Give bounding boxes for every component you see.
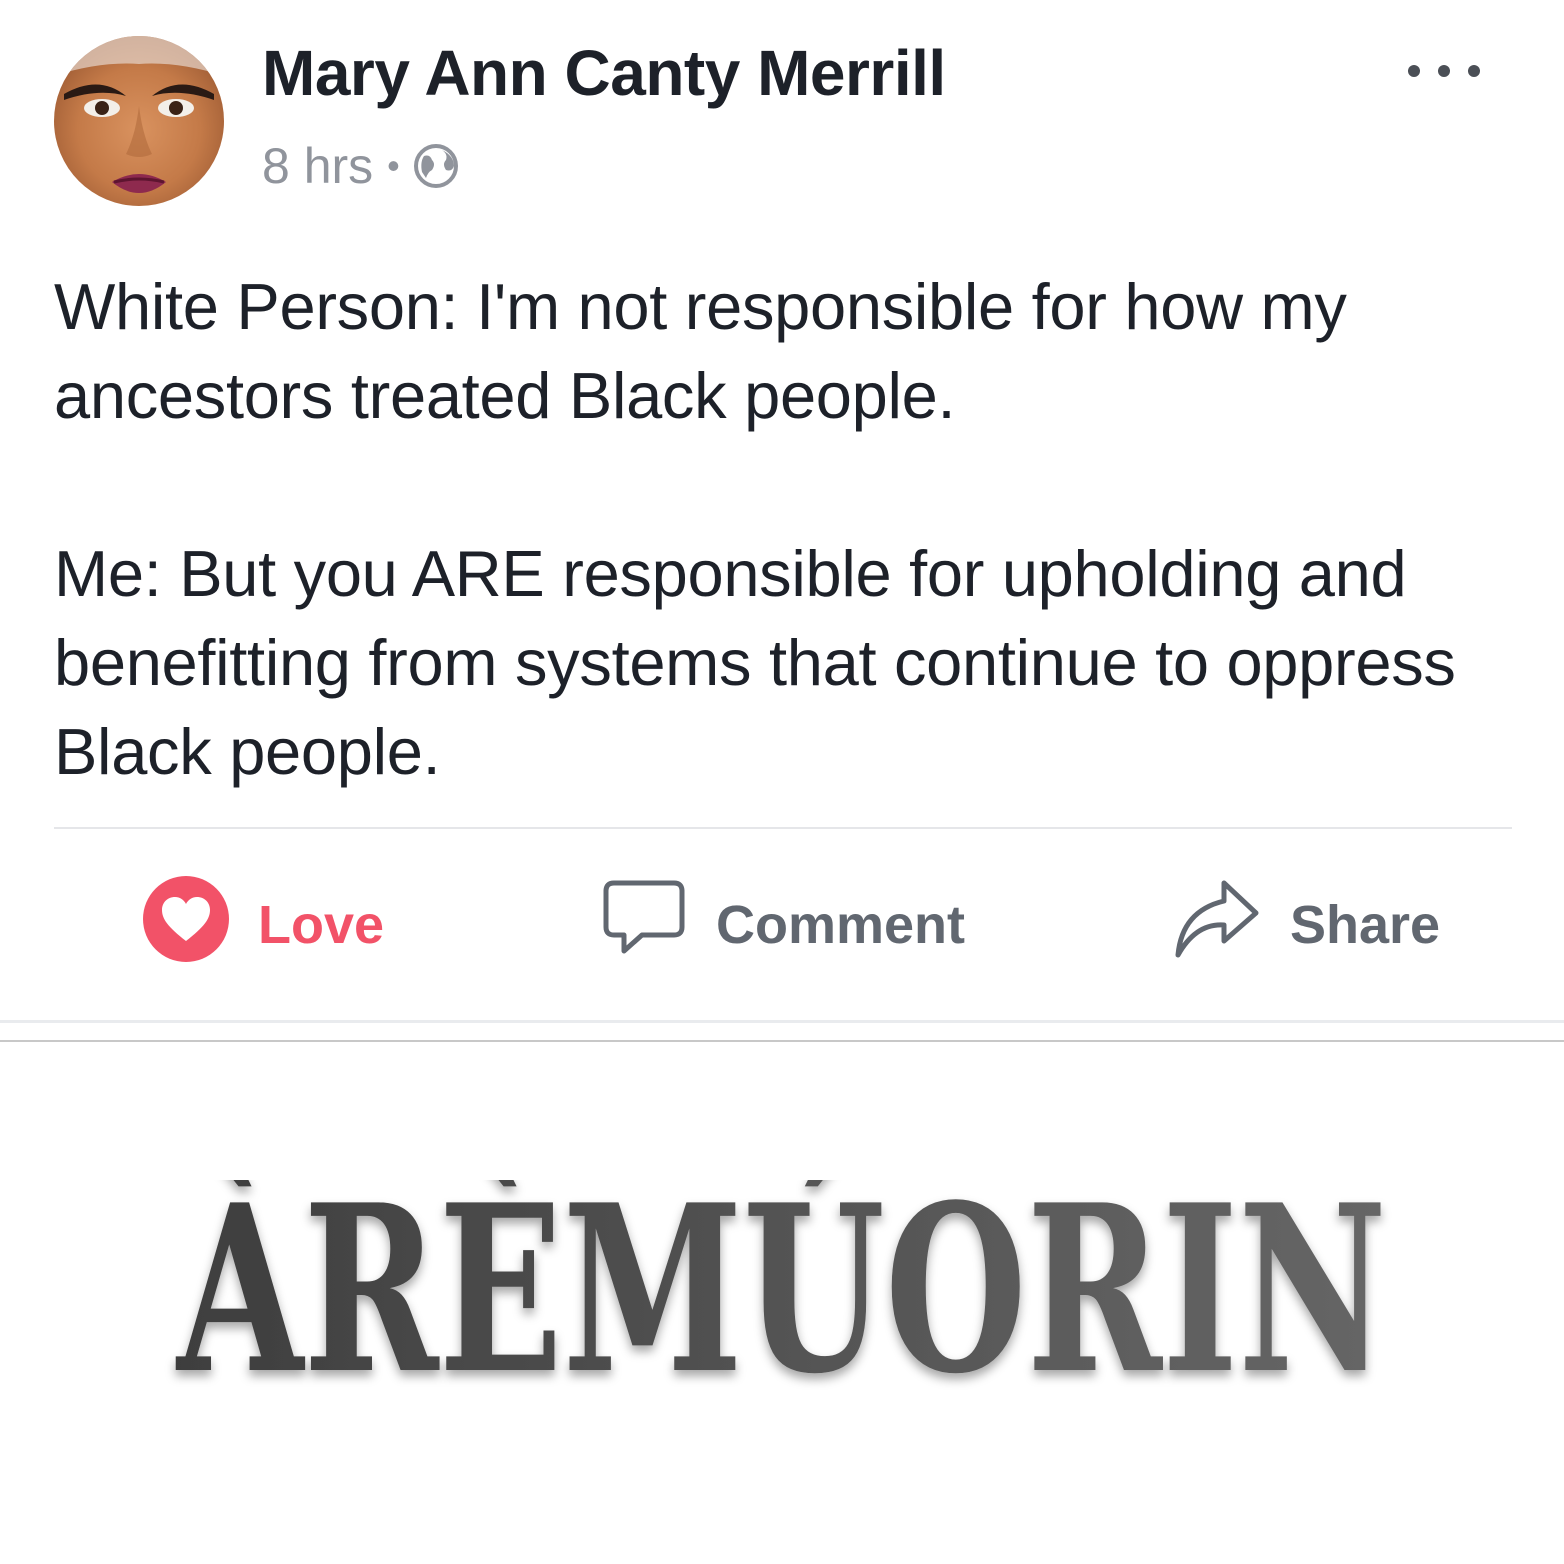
avatar[interactable] [54,36,224,206]
facebook-post: Mary Ann Canty Merrill 8 hrs • White Per… [0,0,1564,1022]
heart-icon [142,875,230,976]
watermark-logo: ÀRÈMÚORIN [0,1155,1564,1425]
post-timestamp[interactable]: 8 hrs [262,137,373,195]
divider [0,1040,1564,1042]
divider [54,827,1512,829]
share-arrow-icon [1172,875,1262,976]
more-options-icon[interactable] [1408,56,1480,86]
comment-button[interactable]: Comment [600,880,965,970]
divider [0,1020,1564,1023]
share-button[interactable]: Share [1172,880,1440,970]
love-label: Love [258,895,385,955]
meta-separator: • [387,145,400,186]
post-paragraph: Me: But you ARE responsible for upholdin… [54,537,1456,788]
post-meta: 8 hrs • [262,136,460,196]
globe-icon [412,142,460,190]
share-label: Share [1290,895,1441,955]
comment-bubble-icon [600,875,688,976]
love-button[interactable]: Love [142,875,385,970]
author-name[interactable]: Mary Ann Canty Merrill [262,36,946,110]
post-text: White Person: I'm not responsible for ho… [54,262,1524,796]
watermark-text: ÀRÈMÚORIN [176,1180,1387,1400]
post-paragraph: White Person: I'm not responsible for ho… [54,270,1347,432]
comment-label: Comment [716,895,966,955]
